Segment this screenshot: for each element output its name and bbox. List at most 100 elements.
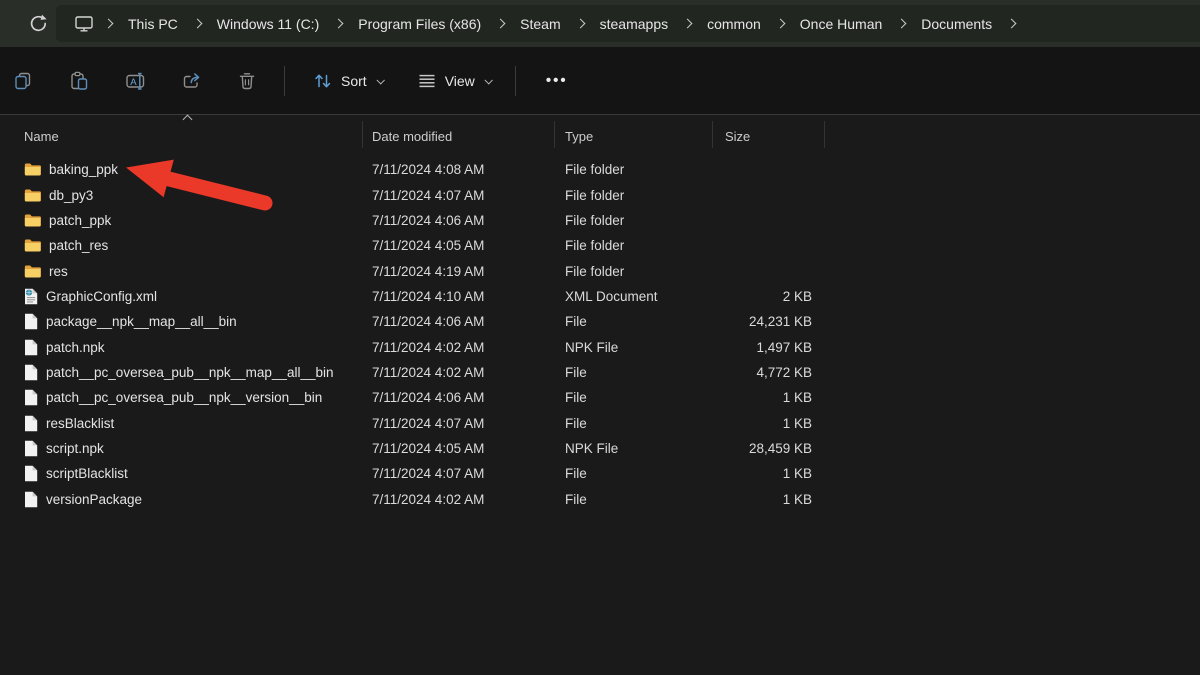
file-icon <box>24 465 38 482</box>
delete-button[interactable] <box>228 63 266 99</box>
file-date-modified: 7/11/2024 4:05 AM <box>362 441 554 456</box>
view-label: View <box>445 73 475 89</box>
file-icon <box>24 415 38 432</box>
file-date-modified: 7/11/2024 4:02 AM <box>362 365 554 380</box>
file-icon <box>24 440 38 457</box>
file-date-modified: 7/11/2024 4:07 AM <box>362 416 554 431</box>
file-date-modified: 7/11/2024 4:02 AM <box>362 340 554 355</box>
file-type: File folder <box>554 264 712 279</box>
see-more-button[interactable]: ••• <box>538 63 576 99</box>
file-row[interactable]: scriptBlacklist 7/11/2024 4:07 AM File 1… <box>0 461 1200 486</box>
file-name: versionPackage <box>46 492 142 507</box>
file-date-modified: 7/11/2024 4:05 AM <box>362 238 554 253</box>
file-size: 4,772 KB <box>712 365 824 380</box>
file-date-modified: 7/11/2024 4:06 AM <box>362 213 554 228</box>
view-menu-button[interactable]: View <box>407 63 501 99</box>
refresh-button[interactable] <box>20 6 56 41</box>
file-row[interactable]: package__npk__map__all__bin 7/11/2024 4:… <box>0 309 1200 334</box>
title-breadcrumb-bar: This PC Windows 11 (C:) Program Files (x86… <box>0 0 1200 47</box>
file-row[interactable]: versionPackage 7/11/2024 4:02 AM File 1 … <box>0 486 1200 511</box>
svg-text:A: A <box>130 76 137 87</box>
xml-file-icon <box>24 288 38 305</box>
file-size: 1,497 KB <box>712 340 824 355</box>
breadcrumb-item[interactable]: steamapps <box>591 11 677 37</box>
file-name: resBlacklist <box>46 416 114 431</box>
chevron-right-icon <box>192 19 202 29</box>
file-size: 1 KB <box>712 466 824 481</box>
copy-icon <box>13 71 33 91</box>
file-name: patch_res <box>49 238 108 253</box>
breadcrumb-item[interactable]: This PC <box>119 11 187 37</box>
file-row[interactable]: script.npk 7/11/2024 4:05 AM NPK File 28… <box>0 436 1200 461</box>
this-pc-icon <box>74 14 94 33</box>
file-type: File folder <box>554 213 712 228</box>
breadcrumb-item[interactable]: common <box>698 11 770 37</box>
breadcrumb-item[interactable]: Steam <box>511 11 569 37</box>
breadcrumb-item[interactable]: Windows 11 (C:) <box>208 11 328 37</box>
file-icon <box>24 389 38 406</box>
file-type: File folder <box>554 162 712 177</box>
sort-label: Sort <box>341 73 367 89</box>
column-header-name[interactable]: Name <box>0 116 362 156</box>
file-date-modified: 7/11/2024 4:19 AM <box>362 264 554 279</box>
toolbar-divider <box>515 66 516 96</box>
column-header-row: Name Date modified Type Size <box>0 116 1200 156</box>
file-name: baking_ppk <box>49 162 118 177</box>
file-size: 28,459 KB <box>712 441 824 456</box>
file-type: NPK File <box>554 340 712 355</box>
chevron-right-icon <box>104 19 114 29</box>
breadcrumb-item[interactable]: Program Files (x86) <box>349 11 490 37</box>
chevron-right-icon <box>683 19 693 29</box>
file-date-modified: 7/11/2024 4:07 AM <box>362 188 554 203</box>
file-type: File folder <box>554 188 712 203</box>
file-name: patch__pc_oversea_pub__npk__version__bin <box>46 390 322 405</box>
chevron-down-icon <box>484 76 492 84</box>
file-date-modified: 7/11/2024 4:02 AM <box>362 492 554 507</box>
chevron-right-icon <box>775 19 785 29</box>
chevron-right-icon <box>575 19 585 29</box>
share-button[interactable] <box>172 63 210 99</box>
paste-button[interactable] <box>60 63 98 99</box>
toolbar-divider <box>284 66 285 96</box>
delete-icon <box>237 71 257 91</box>
file-row[interactable]: patch_ppk 7/11/2024 4:06 AM File folder <box>0 208 1200 233</box>
file-row[interactable]: db_py3 7/11/2024 4:07 AM File folder <box>0 182 1200 207</box>
folder-icon <box>24 213 41 228</box>
file-type: File <box>554 416 712 431</box>
sort-menu-button[interactable]: Sort <box>303 63 393 99</box>
file-type: File <box>554 492 712 507</box>
file-name: patch_ppk <box>49 213 111 228</box>
file-date-modified: 7/11/2024 4:06 AM <box>362 390 554 405</box>
file-name: script.npk <box>46 441 104 456</box>
file-row[interactable]: resBlacklist 7/11/2024 4:07 AM File 1 KB <box>0 410 1200 435</box>
file-row[interactable]: patch__pc_oversea_pub__npk__version__bin… <box>0 385 1200 410</box>
file-row[interactable]: patch_res 7/11/2024 4:05 AM File folder <box>0 233 1200 258</box>
column-header-type[interactable]: Type <box>554 116 712 156</box>
copy-button[interactable] <box>4 63 42 99</box>
folder-icon <box>24 238 41 253</box>
rename-button[interactable]: A <box>116 63 154 99</box>
breadcrumb-item[interactable]: Documents <box>912 11 1001 37</box>
file-row[interactable]: baking_ppk 7/11/2024 4:08 AM File folder <box>0 157 1200 182</box>
file-name: db_py3 <box>49 188 93 203</box>
chevron-right-icon <box>1007 19 1017 29</box>
file-type: File <box>554 390 712 405</box>
chevron-right-icon <box>334 19 344 29</box>
file-size: 24,231 KB <box>712 314 824 329</box>
file-size: 1 KB <box>712 416 824 431</box>
file-name: patch__pc_oversea_pub__npk__map__all__bi… <box>46 365 333 380</box>
file-row[interactable]: patch.npk 7/11/2024 4:02 AM NPK File 1,4… <box>0 334 1200 359</box>
file-date-modified: 7/11/2024 4:10 AM <box>362 289 554 304</box>
file-row[interactable]: GraphicConfig.xml 7/11/2024 4:10 AM XML … <box>0 284 1200 309</box>
address-bar[interactable]: This PC Windows 11 (C:) Program Files (x86… <box>56 5 1200 42</box>
breadcrumb: This PC Windows 11 (C:) Program Files (x86… <box>98 11 1022 37</box>
folder-icon <box>24 188 41 203</box>
column-header-size[interactable]: Size <box>712 116 824 156</box>
file-row[interactable]: patch__pc_oversea_pub__npk__map__all__bi… <box>0 360 1200 385</box>
file-type: NPK File <box>554 441 712 456</box>
breadcrumb-item[interactable]: Once Human <box>791 11 891 37</box>
column-header-date-modified[interactable]: Date modified <box>362 116 554 156</box>
file-row[interactable]: res 7/11/2024 4:19 AM File folder <box>0 258 1200 283</box>
file-type: File <box>554 466 712 481</box>
file-date-modified: 7/11/2024 4:07 AM <box>362 466 554 481</box>
